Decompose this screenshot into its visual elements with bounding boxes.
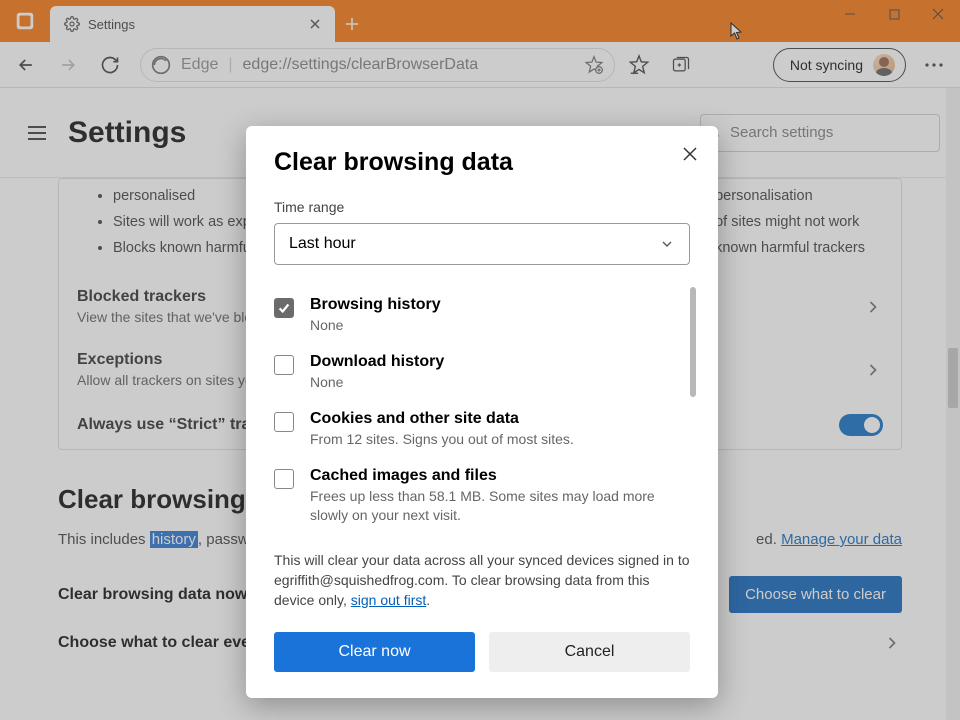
- checkbox-browsing-history[interactable]: [274, 298, 294, 318]
- time-range-label: Time range: [274, 199, 690, 215]
- time-range-select[interactable]: Last hour: [274, 223, 690, 265]
- chevron-down-icon: [659, 236, 675, 252]
- option-download-history: Download history None: [274, 344, 674, 401]
- checkbox-download-history[interactable]: [274, 355, 294, 375]
- option-browsing-history: Browsing history None: [274, 287, 674, 344]
- clear-now-button[interactable]: Clear now: [274, 632, 475, 672]
- time-range-value: Last hour: [289, 235, 356, 253]
- cancel-button[interactable]: Cancel: [489, 632, 690, 672]
- sign-out-link[interactable]: sign out first: [351, 592, 426, 608]
- checkbox-cached[interactable]: [274, 469, 294, 489]
- option-cookies: Cookies and other site data From 12 site…: [274, 401, 674, 458]
- clear-data-dialog: Clear browsing data Time range Last hour…: [246, 126, 718, 698]
- dialog-note: This will clear your data across all you…: [274, 551, 690, 610]
- options-scrollbar[interactable]: [690, 287, 696, 397]
- clear-options-list: Browsing history None Download history N…: [274, 287, 690, 533]
- dialog-close-button[interactable]: [676, 140, 704, 168]
- dialog-actions: Clear now Cancel: [274, 632, 690, 672]
- checkbox-cookies[interactable]: [274, 412, 294, 432]
- option-cached: Cached images and files Frees up less th…: [274, 458, 674, 534]
- dialog-title: Clear browsing data: [274, 148, 690, 177]
